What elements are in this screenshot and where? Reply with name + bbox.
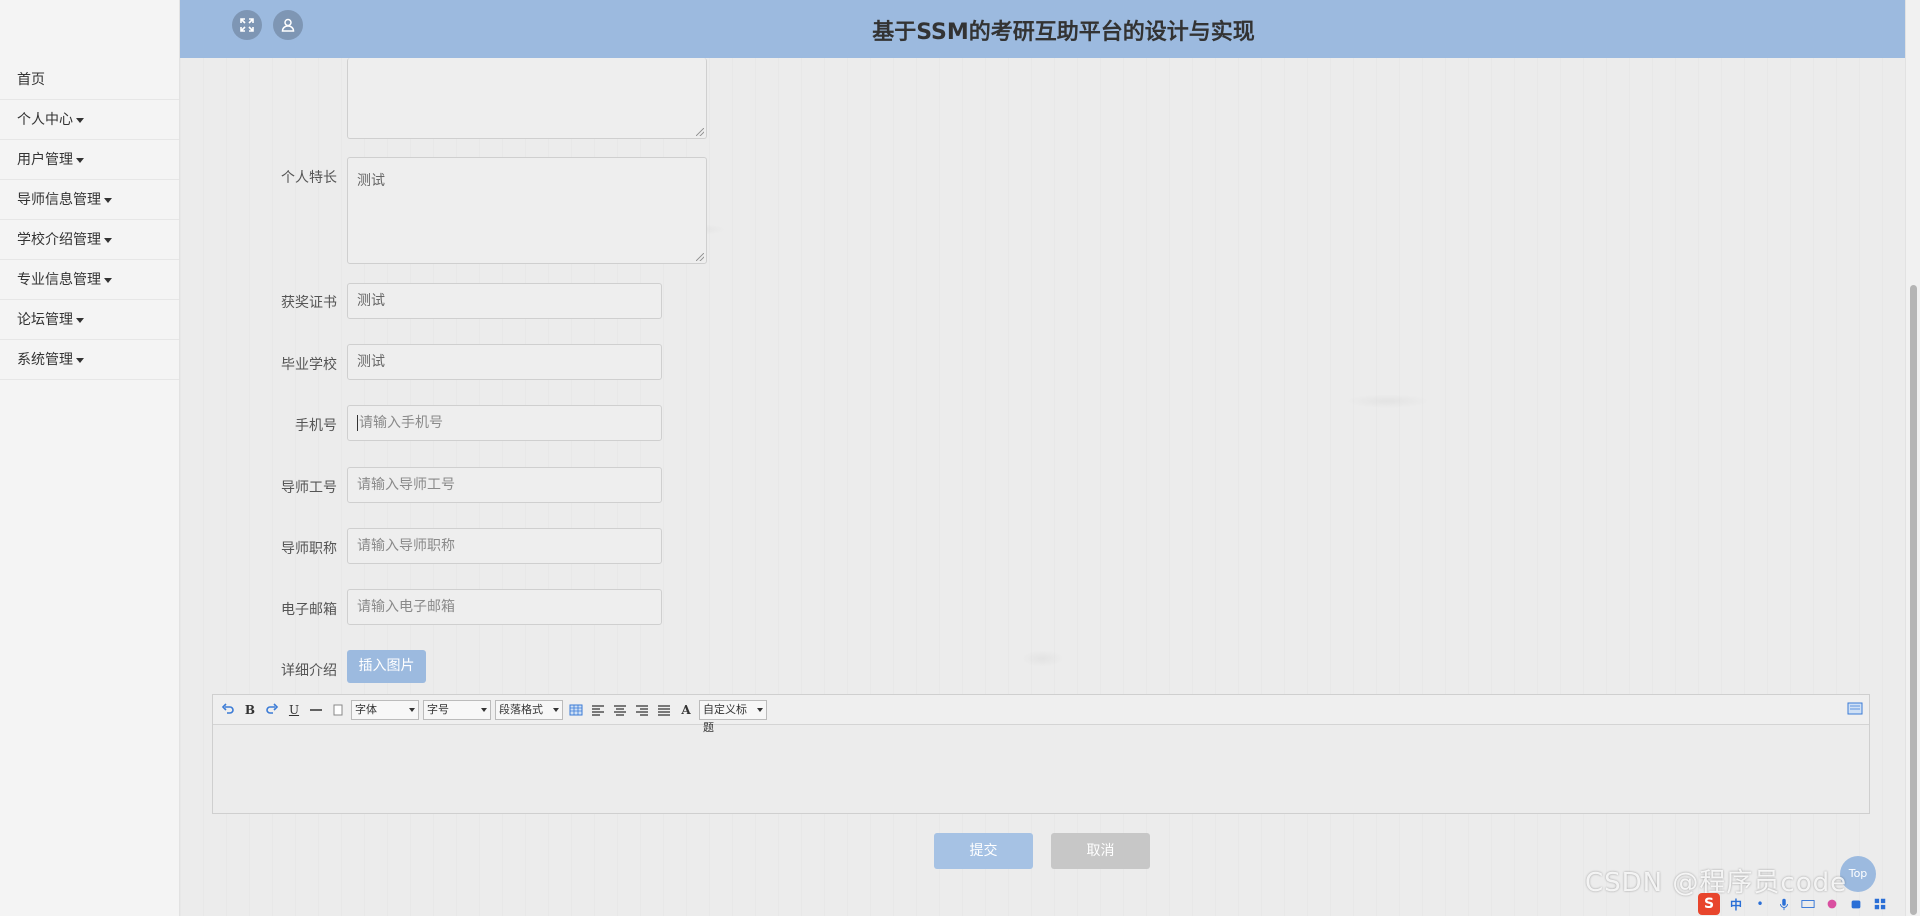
- page-scrollbar[interactable]: [1905, 0, 1920, 916]
- sidebar-item-personal-center[interactable]: 个人中心: [0, 100, 179, 140]
- redo-icon[interactable]: [263, 701, 281, 719]
- font-color-icon[interactable]: A: [677, 701, 695, 719]
- resize-grip-icon[interactable]: [696, 128, 704, 136]
- undo-icon[interactable]: [219, 701, 237, 719]
- system-tray: S 中 •: [1694, 892, 1904, 916]
- sidebar-item-label: 系统管理: [17, 352, 73, 368]
- submit-button[interactable]: 提交: [934, 833, 1033, 869]
- sidebar-item-school-intro[interactable]: 学校介绍管理: [0, 220, 179, 260]
- bold-icon[interactable]: B: [241, 701, 259, 719]
- caret-down-icon: [104, 197, 112, 203]
- field-label: 详细介绍: [281, 663, 337, 679]
- align-left-icon[interactable]: [589, 701, 607, 719]
- microphone-icon[interactable]: [1776, 896, 1792, 912]
- graduate-school-input[interactable]: 测试: [347, 344, 662, 380]
- caret-down-icon: [76, 317, 84, 323]
- horizontal-rule-icon[interactable]: [307, 701, 325, 719]
- punctuation-icon[interactable]: •: [1752, 896, 1768, 912]
- editor-toolbar: B U 字体 字号 段落格式 A 自定义标题: [213, 695, 1869, 734]
- phone-input[interactable]: 请输入手机号: [347, 405, 662, 441]
- tutor-title-input[interactable]: 请输入导师职称: [347, 528, 662, 564]
- editor-body[interactable]: [213, 725, 1869, 813]
- paste-icon[interactable]: [329, 701, 347, 719]
- field-label: 个人特长: [281, 170, 337, 186]
- sidebar-item-tutor-info[interactable]: 导师信息管理: [0, 180, 179, 220]
- caret-down-icon: [104, 237, 112, 243]
- table-icon[interactable]: [567, 701, 585, 719]
- caret-down-icon: [76, 357, 84, 363]
- phone-placeholder: 请输入手机号: [359, 415, 443, 431]
- grid-menu-icon[interactable]: [1872, 896, 1888, 912]
- sidebar-item-forum[interactable]: 论坛管理: [0, 300, 179, 340]
- align-center-icon[interactable]: [611, 701, 629, 719]
- caret-down-icon: [104, 277, 112, 283]
- custom-title-select[interactable]: 自定义标题: [699, 699, 767, 734]
- sidebar: 首页 个人中心 用户管理 导师信息管理 学校介绍管理 专业信息管理 论坛管理 系…: [0, 0, 180, 916]
- sidebar-item-label: 首页: [17, 72, 45, 88]
- award-certificate-input[interactable]: 测试: [347, 283, 662, 319]
- sidebar-item-label: 专业信息管理: [17, 272, 101, 288]
- field-label: 毕业学校: [281, 357, 337, 373]
- field-label: 获奖证书: [281, 295, 337, 311]
- caret-down-icon: [76, 157, 84, 163]
- sidebar-item-label: 论坛管理: [17, 312, 73, 328]
- insert-image-button[interactable]: 插入图片: [347, 650, 426, 683]
- skin-icon[interactable]: [1824, 896, 1840, 912]
- personal-specialty-textarea[interactable]: 测试: [347, 157, 707, 264]
- page-title: 基于SSM的考研互助平台的设计与实现: [872, 20, 1255, 45]
- tutor-id-input[interactable]: 请输入导师工号: [347, 467, 662, 503]
- sidebar-item-user-management[interactable]: 用户管理: [0, 140, 179, 180]
- align-right-icon[interactable]: [633, 701, 651, 719]
- sidebar-item-system[interactable]: 系统管理: [0, 340, 179, 380]
- underline-icon[interactable]: U: [285, 701, 303, 719]
- header: 基于SSM的考研互助平台的设计与实现: [180, 0, 1905, 58]
- robot-icon[interactable]: [1848, 896, 1864, 912]
- sidebar-item-major-info[interactable]: 专业信息管理: [0, 260, 179, 300]
- align-justify-icon[interactable]: [655, 701, 673, 719]
- resize-grip-icon[interactable]: [696, 253, 704, 261]
- field-label: 手机号: [295, 418, 337, 434]
- sidebar-item-label: 用户管理: [17, 152, 73, 168]
- email-input[interactable]: 请输入电子邮箱: [347, 589, 662, 625]
- textarea-value: 测试: [357, 173, 385, 189]
- paragraph-format-select[interactable]: 段落格式: [495, 699, 563, 720]
- ime-mode-indicator[interactable]: 中: [1728, 896, 1744, 912]
- source-code-icon[interactable]: [1847, 701, 1863, 717]
- sidebar-item-label: 个人中心: [17, 112, 73, 128]
- caret-down-icon: [76, 117, 84, 123]
- keyboard-icon[interactable]: [1800, 896, 1816, 912]
- field-label: 导师职称: [281, 541, 337, 557]
- sidebar-item-home[interactable]: 首页: [0, 60, 179, 100]
- sogou-ime-icon[interactable]: S: [1698, 893, 1720, 915]
- font-size-select[interactable]: 字号: [423, 699, 491, 720]
- scrollbar-thumb[interactable]: [1910, 285, 1917, 915]
- sidebar-item-label: 导师信息管理: [17, 192, 101, 208]
- rich-text-editor: B U 字体 字号 段落格式 A 自定义标题: [212, 694, 1870, 814]
- text-cursor: [357, 415, 358, 431]
- field-label: 导师工号: [281, 480, 337, 496]
- cancel-button[interactable]: 取消: [1051, 833, 1150, 869]
- field-label: 电子邮箱: [281, 602, 337, 618]
- font-family-select[interactable]: 字体: [351, 699, 419, 720]
- sidebar-nav: 首页 个人中心 用户管理 导师信息管理 学校介绍管理 专业信息管理 论坛管理 系…: [0, 60, 179, 380]
- previous-textarea[interactable]: [347, 58, 707, 139]
- sidebar-item-label: 学校介绍管理: [17, 232, 101, 248]
